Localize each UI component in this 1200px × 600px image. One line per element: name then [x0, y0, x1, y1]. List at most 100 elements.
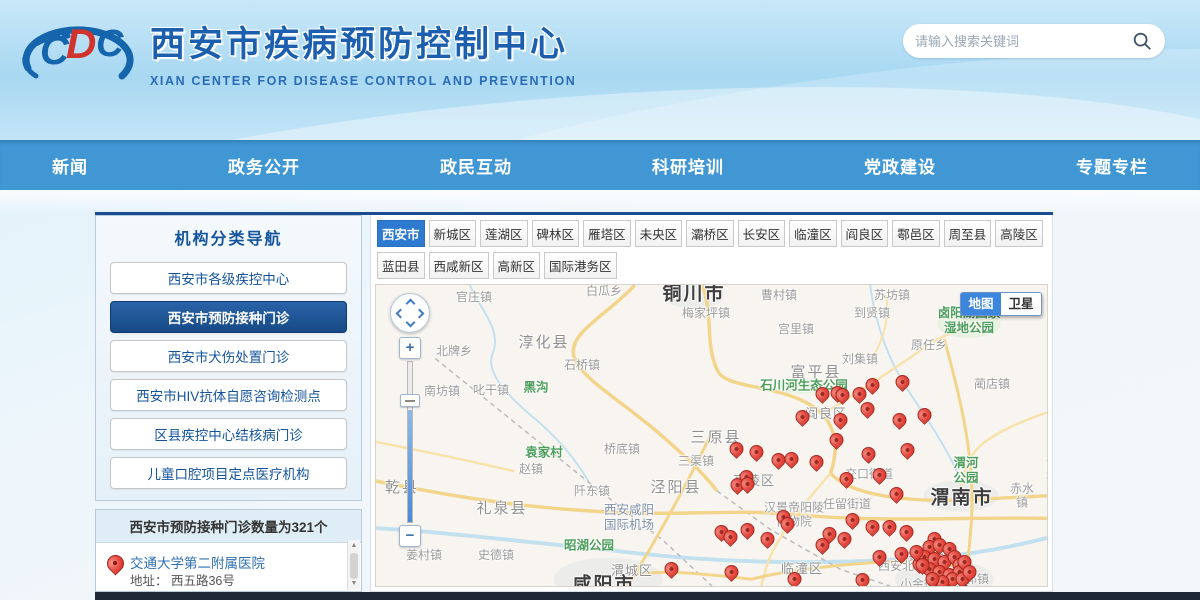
pan-left-icon[interactable] — [395, 308, 406, 319]
map-marker[interactable] — [834, 529, 854, 552]
map-marker[interactable] — [806, 452, 826, 475]
nav-item[interactable]: 专题专栏 — [1076, 153, 1148, 178]
map-marker[interactable] — [922, 569, 942, 586]
map-type-toggle: 地图 卫星 — [960, 292, 1042, 316]
map-marker[interactable] — [906, 542, 926, 565]
map-marker[interactable] — [737, 520, 757, 543]
scrollbar-thumb[interactable] — [350, 553, 358, 579]
district-tab[interactable]: 临潼区 — [789, 220, 837, 247]
org-category-button[interactable]: 儿童口腔项目定点医疗机构 — [110, 457, 347, 489]
district-tab[interactable]: 新城区 — [428, 220, 477, 247]
map-marker[interactable] — [889, 410, 909, 433]
marker-pin-icon — [830, 410, 850, 430]
org-category-button[interactable]: 西安市犬伤处置门诊 — [110, 340, 347, 372]
district-tab[interactable]: 周至县 — [943, 220, 992, 247]
map-marker[interactable] — [892, 372, 912, 395]
map-type-satellite-button[interactable]: 卫星 — [1001, 293, 1041, 315]
map-marker[interactable] — [721, 562, 741, 585]
org-category-button[interactable]: 西安市各级疾控中心 — [110, 262, 347, 294]
map-marker[interactable] — [826, 430, 846, 453]
zoom-out-button[interactable]: − — [399, 525, 421, 547]
zoom-slider-handle[interactable] — [400, 394, 420, 407]
district-tab[interactable]: 灞桥区 — [686, 220, 734, 247]
marker-pin-icon — [879, 517, 899, 537]
map-marker[interactable] — [862, 517, 882, 540]
map-marker[interactable] — [784, 569, 804, 586]
map-marker[interactable] — [886, 484, 906, 507]
marker-pin-icon — [784, 569, 804, 586]
zoom-slider-track[interactable] — [400, 361, 420, 523]
map-marker[interactable] — [869, 547, 889, 570]
clinic-name-link[interactable]: 交通大学第二附属医院 — [130, 552, 265, 572]
district-tab[interactable]: 国际港务区 — [544, 252, 617, 279]
marker-pin-icon — [726, 439, 746, 459]
map-marker[interactable] — [737, 474, 757, 497]
marker-pin-icon — [959, 562, 979, 582]
district-tab[interactable]: 西安市 — [377, 220, 425, 247]
map-marker[interactable] — [812, 535, 832, 558]
scroll-down-icon[interactable]: ▼ — [348, 578, 360, 590]
map-marker[interactable] — [959, 562, 979, 585]
map-marker[interactable] — [832, 385, 852, 408]
district-tab[interactable]: 蓝田县 — [377, 252, 425, 279]
map-marker[interactable] — [869, 465, 889, 488]
map-marker[interactable] — [891, 544, 911, 567]
cdc-logo: C D C — [10, 6, 145, 106]
scroll-up-icon[interactable]: ▲ — [348, 540, 360, 552]
map-type-map-button[interactable]: 地图 — [961, 293, 1001, 315]
nav-item[interactable]: 政务公开 — [228, 153, 300, 178]
map-canvas[interactable]: 官庄镇 白瓜乡 铜川市 梅家坪镇 淳化县 北牌乡 石桥镇 南坊镇 叱干镇 黑沟 曹村镇 苏坊镇 到贤镇宫… — [375, 284, 1048, 587]
map-marker[interactable] — [914, 405, 934, 428]
map-marker[interactable] — [836, 469, 856, 492]
map-marker[interactable] — [661, 559, 681, 582]
nav-item[interactable]: 政民互动 — [440, 153, 512, 178]
map-marker[interactable] — [777, 514, 797, 537]
search-icon[interactable] — [1131, 30, 1153, 52]
main-nav: 新闻 政务公开 政民互动 科研培训 党政建设 专题专栏 — [0, 140, 1200, 190]
nav-item[interactable]: 科研培训 — [652, 153, 724, 178]
district-tab[interactable]: 高陵区 — [995, 220, 1043, 247]
pan-right-icon[interactable] — [414, 308, 425, 319]
district-tab[interactable]: 鄠邑区 — [892, 220, 940, 247]
map-marker[interactable] — [757, 529, 777, 552]
map-marker[interactable] — [897, 440, 917, 463]
map-marker[interactable] — [792, 407, 812, 430]
map-pan-control[interactable] — [390, 293, 430, 333]
district-tab[interactable]: 雁塔区 — [583, 220, 631, 247]
district-tab[interactable]: 西咸新区 — [428, 252, 489, 279]
org-category-button[interactable]: 区县疾控中心结核病门诊 — [110, 418, 347, 450]
pan-up-icon[interactable] — [405, 298, 416, 309]
pan-down-icon[interactable] — [405, 317, 416, 328]
marker-pin-icon — [836, 469, 856, 489]
nav-item[interactable]: 党政建设 — [864, 153, 936, 178]
district-tab[interactable]: 莲湖区 — [480, 220, 528, 247]
map-marker[interactable] — [858, 444, 878, 467]
marker-pin-icon — [922, 569, 942, 586]
map-marker[interactable] — [726, 439, 746, 462]
clinics-scrollbar[interactable]: ▲ ▼ — [347, 540, 360, 590]
search-box — [903, 24, 1165, 58]
map-marker[interactable] — [842, 510, 862, 533]
map-marker[interactable] — [781, 449, 801, 472]
map-marker[interactable] — [720, 527, 740, 550]
map-marker[interactable] — [746, 442, 766, 465]
map-marker[interactable] — [852, 570, 872, 586]
map-marker[interactable] — [830, 410, 850, 433]
zoom-in-button[interactable]: + — [399, 337, 421, 359]
marker-pin-icon — [897, 440, 917, 460]
map-marker[interactable] — [812, 384, 832, 407]
district-tab[interactable]: 阎良区 — [840, 220, 889, 247]
map-marker[interactable] — [896, 522, 916, 545]
district-tab[interactable]: 长安区 — [737, 220, 786, 247]
district-tab[interactable]: 高新区 — [492, 252, 541, 279]
map-marker[interactable] — [879, 517, 899, 540]
nav-item[interactable]: 新闻 — [52, 153, 88, 178]
search-input[interactable] — [915, 33, 1131, 49]
org-category-button[interactable]: 西安市HIV抗体自愿咨询检测点 — [110, 379, 347, 411]
clinic-list-item[interactable]: 交通大学第二附属医院 地址： 西五路36号 电话： 87679417 — [106, 547, 343, 591]
org-category-button[interactable]: 西安市预防接种门诊 — [110, 301, 347, 333]
district-tab[interactable]: 未央区 — [634, 220, 683, 247]
district-tab[interactable]: 碑林区 — [531, 220, 580, 247]
map-marker[interactable] — [857, 399, 877, 422]
marker-pin-icon — [869, 465, 889, 485]
